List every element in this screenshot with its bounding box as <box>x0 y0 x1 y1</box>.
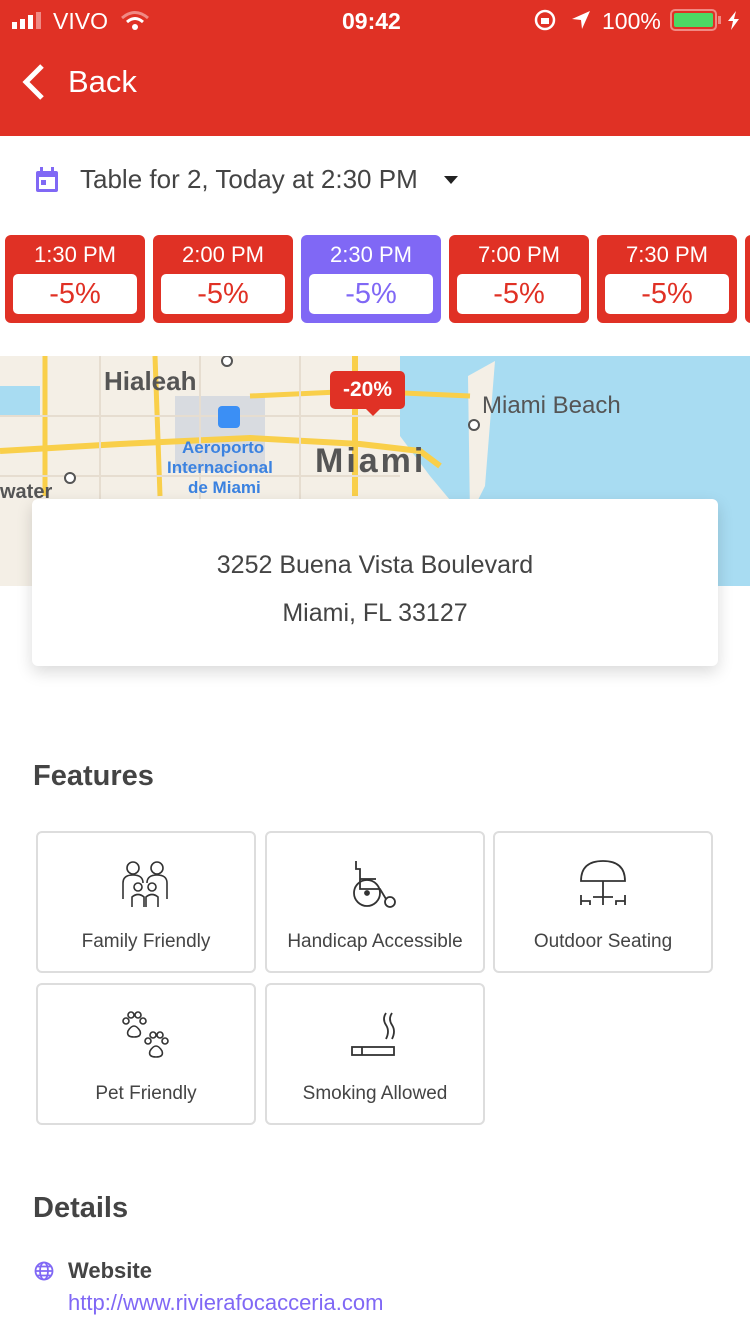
battery-icon <box>670 9 739 31</box>
wheelchair-icon <box>353 861 396 908</box>
orientation-lock-icon <box>534 9 556 31</box>
umbrella-table-icon <box>580 860 626 905</box>
slot-discount: -5% <box>605 274 729 314</box>
time-slot[interactable]: 2:00 PM -5% <box>153 235 293 323</box>
map-pin-discount[interactable]: -20% <box>330 371 406 416</box>
slot-discount: -5% <box>309 274 433 314</box>
cigarette-icon <box>351 1012 395 1056</box>
feature-label: Family Friendly <box>81 931 211 952</box>
feature-label: Pet Friendly <box>95 1083 197 1104</box>
airport-icon <box>218 406 240 428</box>
map-label: Miami <box>315 442 427 480</box>
back-label: Back <box>68 64 137 99</box>
chevron-left-icon <box>22 64 44 100</box>
address-line-1: 3252 Buena Vista Boulevard <box>216 551 534 579</box>
battery-percent: 100% <box>602 8 661 34</box>
calendar-icon <box>36 166 58 192</box>
map-label: Aeroporto <box>182 438 265 457</box>
slot-discount: -5% <box>161 274 285 314</box>
details-title: Details <box>33 1192 129 1224</box>
paw-icon <box>122 1011 169 1058</box>
slot-time: 2:30 PM <box>330 242 412 267</box>
slot-time: 7:30 PM <box>626 242 708 267</box>
back-button[interactable]: Back <box>22 64 137 100</box>
family-icon <box>122 861 168 907</box>
feature-handicap-accessible: Handicap Accessible <box>265 831 485 973</box>
time-slot-selected[interactable]: 2:30 PM -5% <box>301 235 441 323</box>
reservation-selector[interactable]: Table for 2, Today at 2:30 PM <box>34 164 458 195</box>
time-slot[interactable]: 7:30 PM -5% <box>597 235 737 323</box>
address-card: 3252 Buena Vista Boulevard Miami, FL 331… <box>32 499 718 666</box>
signal-icon <box>12 12 41 29</box>
website-link[interactable]: http://www.rivierafocacceria.com <box>68 1290 383 1316</box>
reservation-summary: Table for 2, Today at 2:30 PM <box>80 164 418 194</box>
slot-time: 7:00 PM <box>478 242 560 267</box>
slot-discount: -5% <box>457 274 581 314</box>
map-label: Hialeah <box>104 366 197 396</box>
feature-label: Handicap Accessible <box>287 931 463 952</box>
feature-pet-friendly: Pet Friendly <box>36 983 256 1125</box>
location-icon <box>572 11 590 29</box>
time-slot[interactable]: 7:00 PM -5% <box>449 235 589 323</box>
carrier: VIVO <box>53 8 108 34</box>
time-slot[interactable]: 1:30 PM -5% <box>5 235 145 323</box>
dropdown-caret-icon <box>443 175 458 184</box>
map-label: Internacional <box>167 458 273 477</box>
wifi-icon <box>121 11 149 30</box>
slot-discount: -5% <box>13 274 137 314</box>
feature-outdoor-seating: Outdoor Seating <box>493 831 713 973</box>
globe-icon <box>34 1261 54 1281</box>
nav-bar: Back <box>0 40 750 136</box>
time-slot-partial[interactable] <box>745 235 750 323</box>
feature-family-friendly: Family Friendly <box>36 831 256 973</box>
website-label: Website <box>68 1258 152 1283</box>
slot-time: 1:30 PM <box>34 242 116 267</box>
slot-time: 2:00 PM <box>182 242 264 267</box>
feature-smoking-allowed: Smoking Allowed <box>265 983 485 1125</box>
features-title: Features <box>33 760 154 792</box>
feature-label: Outdoor Seating <box>533 931 673 952</box>
feature-label: Smoking Allowed <box>302 1083 448 1104</box>
map-label: Miami Beach <box>482 392 621 419</box>
map-label: de Miami <box>188 478 261 497</box>
status-bar: VIVO 09:42 100% <box>0 0 750 40</box>
address-line-2: Miami, FL 33127 <box>282 599 468 627</box>
time-slot-list: 1:30 PM -5% 2:00 PM -5% 2:30 PM -5% 7:00 PM… <box>5 235 750 323</box>
clock: 09:42 <box>342 8 401 34</box>
